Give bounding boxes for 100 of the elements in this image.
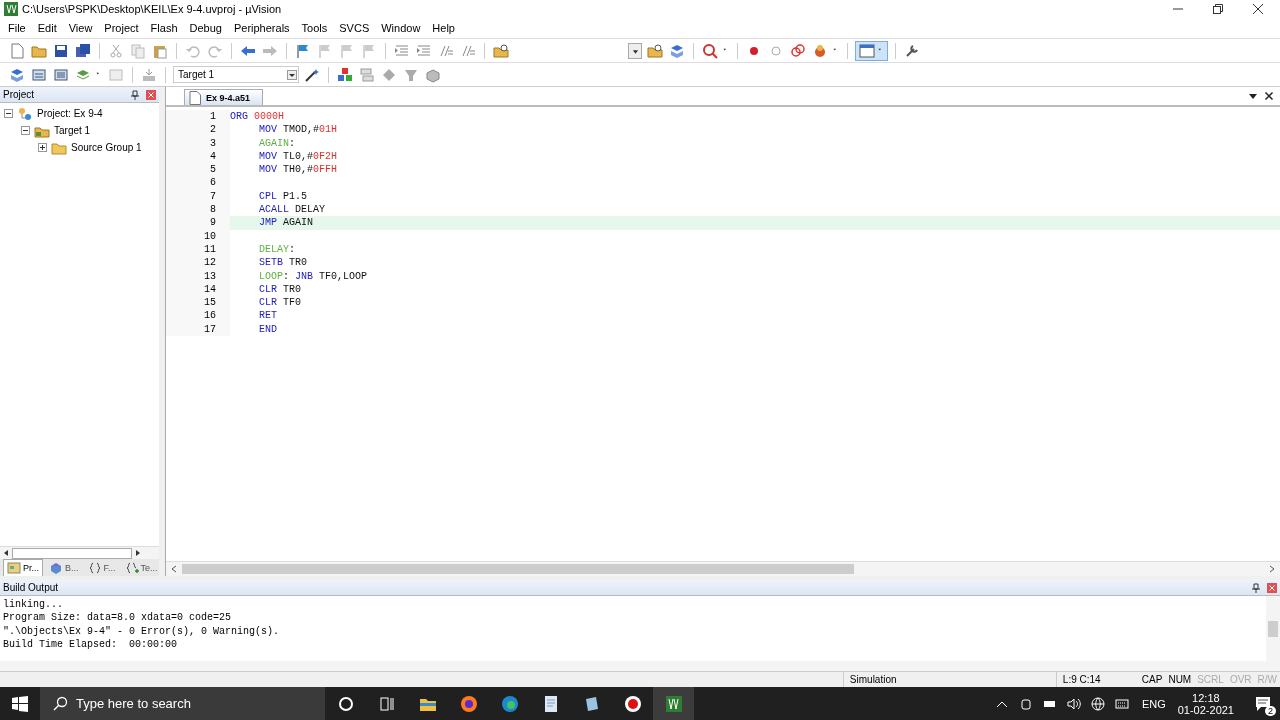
pin-icon[interactable] (130, 89, 140, 100)
search-icon (52, 695, 68, 712)
status-indicator: OVR (1228, 674, 1253, 685)
windows-logo-icon (12, 695, 28, 712)
window-layout-button[interactable] (855, 40, 888, 61)
keyboard-icon[interactable] (1114, 696, 1129, 711)
project-window-icon (7, 560, 21, 575)
code-line: ACALL DELAY (258, 203, 327, 217)
horizontal-scrollbar[interactable] (0, 661, 1280, 671)
code-line: DELAY: (258, 242, 297, 257)
window-title: C:\Users\PSPK\Desktop\KEIL\Ex 9-4.uvproj - µVision (22, 3, 282, 15)
project-icon (17, 105, 33, 122)
dropdown-button[interactable] (628, 42, 642, 59)
scroll-right-icon[interactable] (134, 549, 142, 557)
panel-title: Project (3, 89, 36, 100)
flag-icon[interactable] (295, 42, 311, 59)
template-braces-icon (124, 560, 139, 575)
scroll-right-icon[interactable] (1268, 565, 1276, 573)
stacked-disks-icon[interactable] (75, 42, 91, 59)
output-line: Program Size: data=8.0 xdata=0 code=25 (3, 611, 233, 625)
line-number: 8 (166, 203, 230, 217)
target-select[interactable]: Target 1 (173, 66, 299, 83)
code-line: MOV TMOD,#01H (258, 123, 339, 137)
menu-item[interactable]: Project (98, 22, 145, 34)
keil-icon[interactable] (664, 694, 683, 713)
menu-item[interactable]: Window (375, 22, 427, 34)
collapse-icon[interactable] (4, 109, 13, 118)
line-number: 15 (166, 296, 230, 310)
magnifier-icon[interactable] (702, 42, 718, 59)
window-layout-icon[interactable] (859, 42, 875, 59)
menu-item[interactable]: Edit (31, 22, 63, 34)
record-icon[interactable] (623, 694, 642, 713)
code-line: CLR TR0 (258, 282, 303, 297)
code-line: AGAIN: (258, 136, 297, 150)
panel-tab[interactable]: Te... (121, 559, 161, 576)
code-line: LOOP: JNB TF0,LOOP (258, 269, 369, 283)
menu-item[interactable]: Flash (144, 22, 184, 34)
speaker-icon[interactable] (1066, 696, 1081, 711)
status-indicator: SCRL (1196, 674, 1225, 685)
notification-button[interactable]: 2 (1246, 687, 1280, 720)
network-globe-icon[interactable] (1090, 696, 1105, 711)
dropdown-arrow-icon[interactable] (1248, 91, 1258, 101)
line-number: 6 (166, 176, 230, 190)
close-icon[interactable] (1264, 91, 1274, 101)
components-icon[interactable] (337, 66, 353, 83)
panel-tab[interactable]: F... (84, 559, 119, 576)
tree-item[interactable]: Target 1 (54, 125, 91, 136)
books-icon (49, 560, 63, 575)
folder-search-icon[interactable] (647, 42, 663, 59)
scroll-left-icon[interactable] (170, 565, 178, 573)
edge-icon[interactable] (500, 694, 519, 713)
line-number: 16 (166, 309, 230, 323)
menu-item[interactable]: Peripherals (227, 22, 296, 34)
document-icon[interactable] (9, 42, 25, 59)
panel-tab[interactable]: B... (46, 559, 82, 576)
browser-globe-icon[interactable] (459, 694, 478, 713)
menu-item[interactable]: SVCS (333, 22, 376, 34)
search-field[interactable]: Type here to search (40, 687, 325, 720)
scrollbar-thumb[interactable] (12, 547, 132, 559)
linked-circles-icon[interactable] (790, 42, 806, 59)
editor-tab[interactable]: Ex 9-4.a51 (184, 89, 264, 105)
folder-search-icon[interactable] (493, 42, 509, 59)
scrollbar-thumb[interactable] (182, 564, 854, 574)
code-line: END (258, 322, 278, 337)
line-number: 12 (166, 256, 230, 270)
save-icon[interactable] (53, 42, 69, 59)
task-view-icon[interactable] (377, 694, 396, 713)
vertical-scrollbar[interactable] (1266, 596, 1280, 661)
meet-now-icon[interactable] (1018, 696, 1033, 711)
scrollbar-thumb[interactable] (1268, 620, 1278, 637)
expand-icon[interactable] (38, 143, 47, 152)
bug-icon[interactable] (812, 42, 828, 59)
rebuild-icon[interactable] (53, 66, 69, 83)
menu-item[interactable]: Help (426, 22, 461, 34)
language-indicator[interactable]: ENG (1141, 697, 1166, 710)
code-line: CPL P1.5 (258, 189, 309, 204)
tree-item[interactable]: Project: Ex 9-4 (37, 108, 103, 119)
maximize-icon[interactable] (1212, 3, 1224, 15)
menu-item[interactable]: File (2, 22, 32, 34)
pin-icon[interactable] (1251, 582, 1261, 593)
code-line: ORG 0000H (230, 110, 286, 124)
horizontal-scrollbar[interactable] (166, 561, 1280, 576)
close-icon[interactable] (1252, 3, 1264, 15)
collapse-icon[interactable] (21, 126, 30, 135)
tree-item[interactable]: Source Group 1 (71, 142, 142, 153)
status-indicator: NUM (1167, 674, 1193, 685)
code-editor[interactable]: 1 ORG 0000H 2 MOV TMOD,#01H 3 AGAIN: 4 MOV TL0,#0F2H 5 MOV TH0,#0FFH 6 7 CPL P1.5 8 ACALL DELAY 9 JMP AGAIN 10 11 DELAY: 12 SETB TR0 13 LOOP: JNB TF0,LOOP 14 CLR TR0 15 CLR TF0 16 RET 17 END (166, 107, 1280, 561)
line-number: 2 (166, 123, 230, 137)
clock-time[interactable]: 12:18 (1192, 691, 1220, 704)
menu-item[interactable]: Debug (183, 22, 228, 34)
clock-date[interactable]: 01-02-2021 (1177, 703, 1234, 716)
notification-badge: 2 (1265, 706, 1276, 716)
code-line: MOV TL0,#0F2H (258, 149, 339, 164)
code-line: RET (258, 309, 278, 323)
build-icon[interactable] (31, 66, 47, 83)
menu-item[interactable]: Tools (295, 22, 334, 34)
menu-item[interactable]: View (62, 22, 99, 34)
horizontal-scrollbar[interactable] (0, 546, 159, 559)
wrench-icon[interactable] (904, 42, 920, 59)
cortana-icon[interactable] (336, 694, 355, 713)
